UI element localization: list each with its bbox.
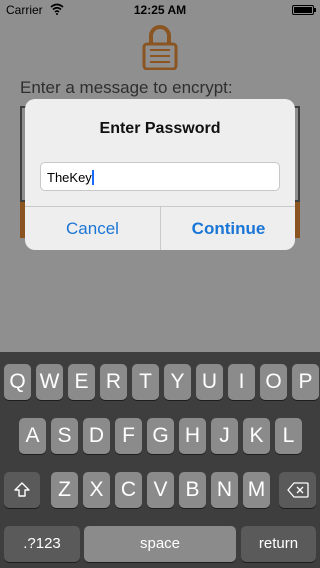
key-p[interactable]: P	[292, 364, 319, 400]
key-s[interactable]: S	[51, 418, 78, 454]
key-z[interactable]: Z	[51, 472, 78, 508]
space-key[interactable]: space	[84, 526, 236, 562]
password-field-value: TheKey	[47, 170, 92, 185]
alert-title: Enter Password	[99, 120, 221, 137]
key-w[interactable]: W	[36, 364, 63, 400]
key-a[interactable]: A	[19, 418, 46, 454]
key-g[interactable]: G	[147, 418, 174, 454]
key-y[interactable]: Y	[164, 364, 191, 400]
status-bar: Carrier 12:25 AM	[0, 0, 320, 20]
cancel-button[interactable]: Cancel	[25, 207, 160, 250]
password-field[interactable]: TheKey	[40, 162, 280, 191]
shift-key[interactable]	[4, 472, 40, 508]
key-m[interactable]: M	[243, 472, 270, 508]
key-h[interactable]: H	[179, 418, 206, 454]
key-o[interactable]: O	[260, 364, 287, 400]
key-q[interactable]: Q	[4, 364, 31, 400]
delete-key[interactable]	[279, 472, 316, 508]
key-u[interactable]: U	[196, 364, 223, 400]
key-j[interactable]: J	[211, 418, 238, 454]
key-n[interactable]: N	[211, 472, 238, 508]
key-f[interactable]: F	[115, 418, 142, 454]
key-x[interactable]: X	[83, 472, 110, 508]
key-r[interactable]: R	[100, 364, 127, 400]
password-alert: Enter Password TheKey Cancel Continue	[25, 99, 295, 250]
key-e[interactable]: E	[68, 364, 95, 400]
key-l[interactable]: L	[275, 418, 302, 454]
continue-button[interactable]: Continue	[161, 207, 295, 250]
status-time: 12:25 AM	[133, 3, 187, 17]
key-d[interactable]: D	[83, 418, 110, 454]
key-b[interactable]: B	[179, 472, 206, 508]
key-v[interactable]: V	[147, 472, 174, 508]
key-c[interactable]: C	[115, 472, 142, 508]
key-t[interactable]: T	[132, 364, 159, 400]
keyboard: Q W E R T Y U I O P A S D F G H J K L Z …	[0, 352, 320, 568]
lock-icon	[142, 24, 178, 71]
text-caret	[91, 170, 94, 185]
numbers-key[interactable]: .?123	[4, 526, 80, 562]
return-key[interactable]: return	[241, 526, 316, 562]
key-i[interactable]: I	[228, 364, 255, 400]
encrypt-prompt-label: Enter a message to encrypt:	[20, 78, 233, 97]
battery-icon	[292, 5, 316, 15]
key-k[interactable]: K	[243, 418, 270, 454]
